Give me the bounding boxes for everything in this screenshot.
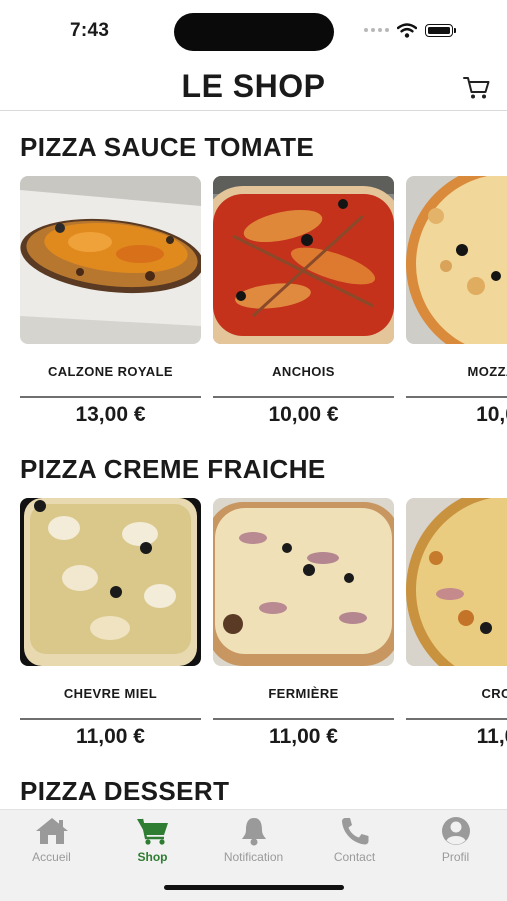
wifi-icon bbox=[397, 22, 417, 38]
tab-label: Notification bbox=[223, 850, 284, 864]
product-price: 11,00 € bbox=[269, 725, 338, 748]
phone-icon bbox=[341, 818, 368, 845]
product-card[interactable]: FERMIÈRE 11,00 € bbox=[213, 498, 394, 748]
status-time: 7:43 bbox=[70, 20, 110, 41]
cart-icon bbox=[136, 818, 168, 845]
product-price: 13,00 € bbox=[75, 403, 146, 426]
product-price: 11,00 € bbox=[76, 725, 145, 748]
product-image bbox=[406, 176, 507, 344]
section-title: PIZZA CREME FRAICHE bbox=[20, 454, 326, 484]
tab-accueil[interactable]: Accueil bbox=[1, 816, 102, 868]
status-bar: 7:43 bbox=[0, 0, 507, 62]
product-image bbox=[213, 176, 394, 344]
tab-shop[interactable]: Shop bbox=[102, 816, 203, 868]
product-name: CALZONE ROYALE bbox=[47, 364, 174, 379]
product-image bbox=[20, 176, 201, 344]
tab-label: Profil bbox=[441, 850, 470, 864]
status-icons bbox=[364, 22, 456, 38]
divider bbox=[406, 396, 507, 398]
product-image bbox=[406, 498, 507, 666]
app-header: LE SHOP bbox=[0, 62, 507, 111]
product-name: MOZZAR bbox=[467, 364, 507, 379]
divider bbox=[20, 396, 201, 398]
product-card[interactable]: ANCHOIS 10,00 € bbox=[213, 176, 394, 426]
tab-contact[interactable]: Contact bbox=[304, 816, 405, 868]
product-card[interactable]: CHEVRE MIEL 11,00 € bbox=[20, 498, 201, 748]
divider bbox=[213, 396, 394, 398]
section-title: PIZZA DESSERT bbox=[20, 776, 230, 806]
home-indicator bbox=[164, 885, 344, 890]
page-title: LE SHOP bbox=[181, 68, 326, 104]
cart-icon bbox=[463, 77, 490, 99]
tab-label: Accueil bbox=[32, 850, 71, 864]
product-name: CHEVRE MIEL bbox=[63, 686, 158, 701]
profile-icon bbox=[441, 817, 470, 845]
divider bbox=[20, 718, 201, 720]
product-price: 11,0 bbox=[476, 725, 507, 748]
dynamic-island bbox=[174, 13, 334, 51]
home-icon bbox=[35, 818, 68, 844]
cart-button[interactable] bbox=[460, 74, 494, 102]
product-name: FERMIÈRE bbox=[268, 686, 339, 701]
product-card[interactable]: CRO 11,0 bbox=[406, 498, 507, 748]
product-card[interactable]: CALZONE ROYALE 13,00 € bbox=[20, 176, 201, 426]
battery-icon bbox=[425, 23, 456, 37]
product-price: 10,00 € bbox=[268, 403, 339, 426]
product-card[interactable]: MOZZAR 10,0 bbox=[406, 176, 507, 426]
product-price: 10,0 bbox=[476, 403, 507, 426]
signal-icon bbox=[364, 28, 389, 32]
product-image bbox=[213, 498, 394, 666]
divider bbox=[213, 718, 394, 720]
section-title: PIZZA SAUCE TOMATE bbox=[20, 132, 315, 162]
tab-profil[interactable]: Profil bbox=[405, 816, 506, 868]
tab-label: Shop bbox=[137, 850, 168, 864]
shop-content[interactable]: PIZZA SAUCE TOMATE CALZONE ROYALE 13,00 … bbox=[0, 111, 507, 809]
bell-icon bbox=[241, 818, 266, 846]
divider bbox=[406, 718, 507, 720]
product-name: ANCHOIS bbox=[272, 364, 335, 379]
product-name: CRO bbox=[481, 686, 507, 701]
product-image bbox=[20, 498, 201, 666]
tab-label: Contact bbox=[333, 850, 376, 864]
tab-notification[interactable]: Notification bbox=[203, 816, 304, 868]
